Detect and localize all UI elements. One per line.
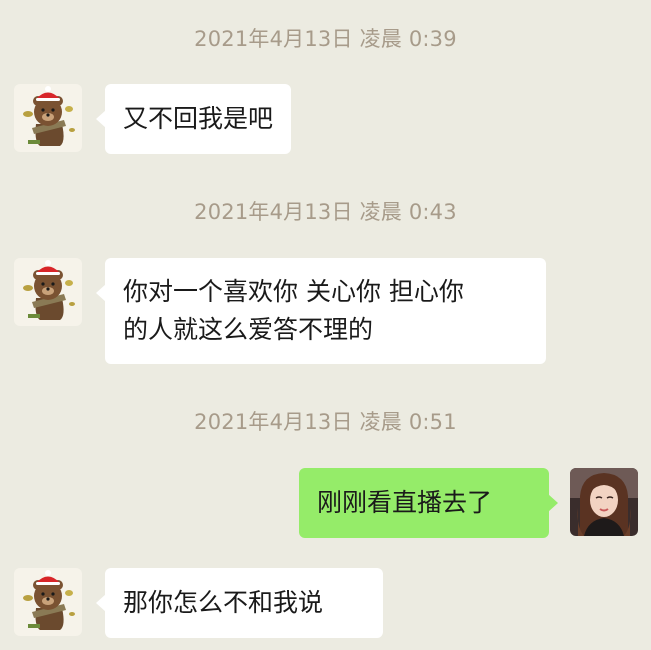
message-text: 刚刚看直播去了: [317, 488, 493, 517]
message-text: 那你怎么不和我说: [123, 588, 324, 617]
brown-bear-avatar-icon: [14, 568, 82, 636]
contact-avatar[interactable]: [14, 258, 82, 326]
message-timestamp: 2021年4月13日 凌晨 0:39: [194, 27, 457, 51]
self-avatar[interactable]: [570, 468, 638, 536]
girl-photo-avatar-icon: [570, 468, 638, 536]
message-text: 你对一个喜欢你 关心你 担心你 的人就这么爱答不理的: [123, 277, 464, 344]
message-timestamp: 2021年4月13日 凌晨 0:43: [194, 200, 457, 224]
message-timestamp: 2021年4月13日 凌晨 0:51: [194, 410, 457, 434]
brown-bear-avatar-icon: [14, 84, 82, 152]
message-bubble-incoming[interactable]: 你对一个喜欢你 关心你 担心你 的人就这么爱答不理的: [96, 258, 546, 364]
chat-area[interactable]: 2021年4月13日 凌晨 0:39 又不回我是吧 2021年4月13日 凌晨 …: [0, 0, 651, 650]
contact-avatar[interactable]: [14, 568, 82, 636]
message-bubble-outgoing[interactable]: 刚刚看直播去了: [299, 468, 558, 538]
message-bubble-incoming[interactable]: 又不回我是吧: [95, 84, 292, 154]
message-bubble-incoming[interactable]: 那你怎么不和我说: [96, 568, 383, 638]
message-text: 又不回我是吧: [123, 104, 274, 133]
contact-avatar[interactable]: [14, 84, 82, 152]
brown-bear-avatar-icon: [14, 258, 82, 326]
